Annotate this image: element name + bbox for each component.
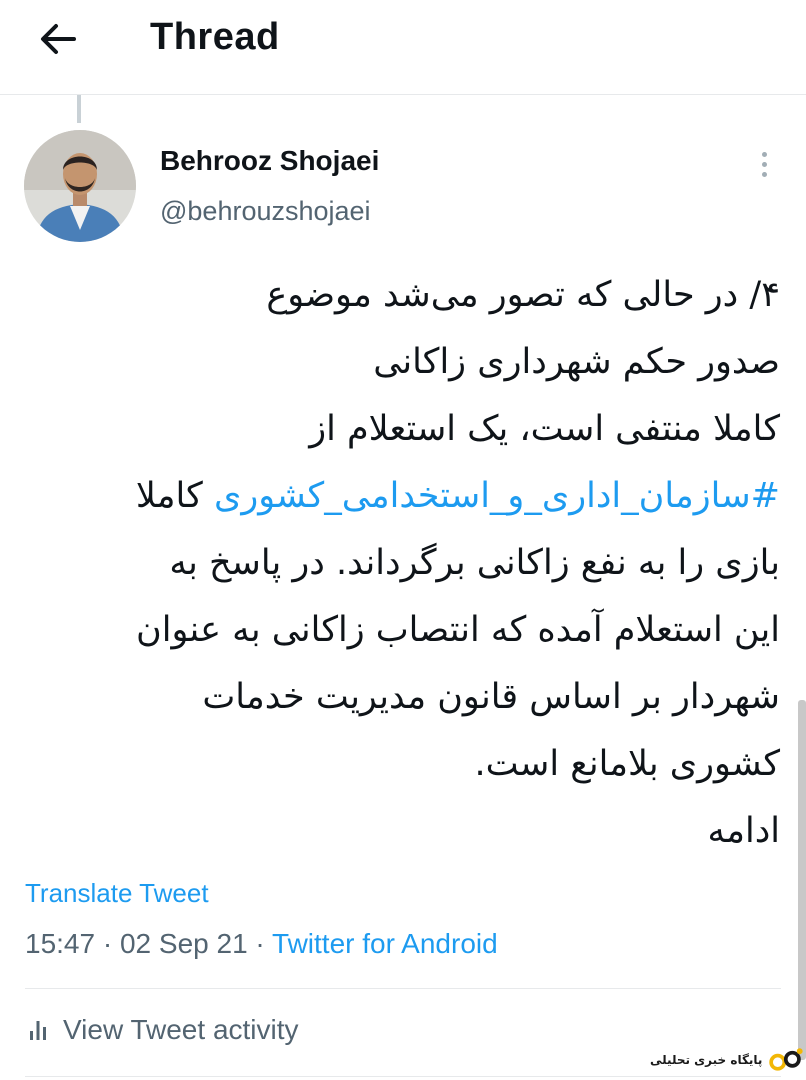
tweet-source-link[interactable]: Twitter for Android xyxy=(272,928,498,959)
translate-tweet-link[interactable]: Translate Tweet xyxy=(25,878,209,909)
tweet-text: ۴/ در حالی که تصور می‌شد موضوع صدور حکم … xyxy=(22,262,780,865)
divider xyxy=(25,988,781,989)
bar-chart-icon xyxy=(30,1021,46,1040)
view-tweet-activity-label: View Tweet activity xyxy=(63,1014,299,1045)
tweet-line: شهردار بر اساس قانون مدیریت خدمات xyxy=(202,677,780,717)
hashtag-link[interactable]: #سازمان_اداری_و_استخدامی_کشوری xyxy=(214,476,780,516)
meta-separator: · xyxy=(247,928,273,959)
author-handle[interactable]: @behrouzshojaei xyxy=(160,196,371,227)
thread-connector-line xyxy=(77,95,81,123)
avatar[interactable] xyxy=(24,130,136,242)
watermark-text: پایگاه خبری تحلیلی xyxy=(650,1053,763,1067)
tweet-text-fragment: کاملا xyxy=(135,476,214,516)
view-tweet-activity-button[interactable]: View Tweet activity xyxy=(25,1014,299,1046)
profile-photo xyxy=(24,130,136,242)
top-app-bar: Thread xyxy=(0,0,806,95)
tweet-line-with-hashtag: #سازمان_اداری_و_استخدامی_کشوری کاملا xyxy=(22,463,780,530)
watermark: پایگاه خبری تحلیلی xyxy=(650,1040,806,1080)
tweet-line: بازی را به نفع زاکانی برگرداند. در پاسخ … xyxy=(169,543,780,583)
scrollbar[interactable] xyxy=(798,700,806,1060)
tweet-date[interactable]: 02 Sep 21 xyxy=(120,928,248,959)
tweet-line: این استعلام آمده که انتصاب زاکانی به عنو… xyxy=(136,610,780,650)
more-options-button[interactable] xyxy=(752,146,776,182)
back-button[interactable] xyxy=(30,14,86,64)
page-title: Thread xyxy=(150,16,280,58)
meta-separator: · xyxy=(95,928,120,959)
tweet-metadata: 15:47 · 02 Sep 21 · Twitter for Android xyxy=(25,928,498,960)
more-vertical-icon xyxy=(761,151,767,157)
watermark-logo-icon xyxy=(769,1048,804,1071)
tweet-line-continued: ادامه xyxy=(707,811,780,851)
tweet-line: کاملا منتفی است، یک استعلام از xyxy=(309,409,780,449)
author-name[interactable]: Behrooz Shojaei xyxy=(160,145,379,177)
tweet-line: صدور حکم شهرداری زاکانی xyxy=(373,342,780,382)
tweet-line: کشوری بلامانع است. xyxy=(474,744,780,784)
tweet-line: ۴/ در حالی که تصور می‌شد موضوع xyxy=(266,275,780,315)
tweet-time[interactable]: 15:47 xyxy=(25,928,95,959)
arrow-left-icon xyxy=(41,24,76,54)
